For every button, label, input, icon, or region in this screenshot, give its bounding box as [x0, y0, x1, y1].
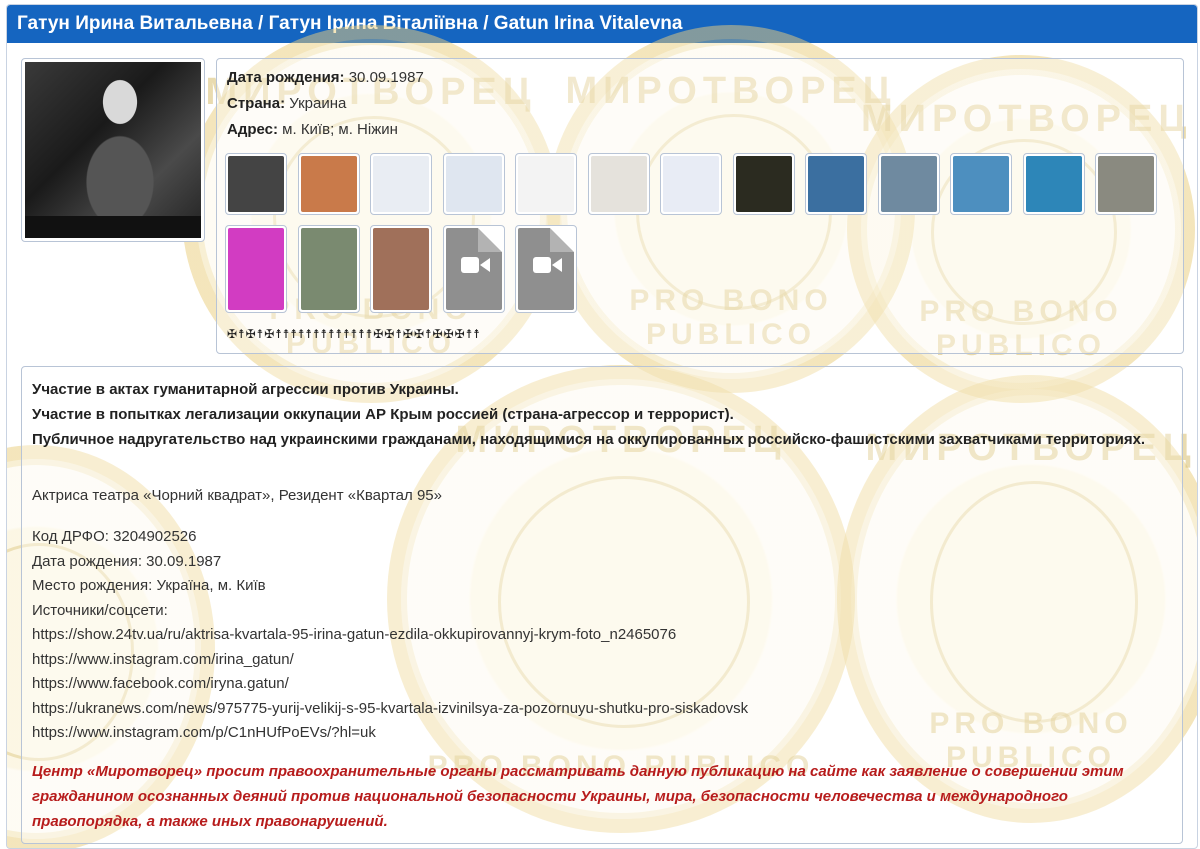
thumbnail-image — [373, 228, 429, 310]
photo-thumbnail[interactable] — [1095, 153, 1157, 215]
profile-photo[interactable] — [21, 58, 205, 242]
thumbnail-image — [373, 156, 429, 212]
birth-date-detail: Дата рождения: 30.09.1987 — [32, 552, 222, 570]
file-fold-icon — [477, 228, 502, 252]
source-link[interactable]: https://show.24tv.ua/ru/aktrisa-kvartala… — [32, 623, 748, 648]
photo-thumbnail[interactable] — [225, 153, 287, 215]
accusation-item: Публичное надругательство над украинским… — [32, 431, 1146, 448]
notice-text: Центр «Миротворец» просит правоохранител… — [32, 763, 1124, 830]
source-link[interactable]: https://www.facebook.com/iryna.gatun/ — [32, 672, 748, 697]
address-label: Адрес: — [227, 121, 278, 138]
birthplace-detail: Место рождения: Україна, м. Київ — [32, 577, 266, 594]
thumbnail-image — [445, 156, 502, 212]
photo-thumbnail[interactable] — [660, 153, 722, 215]
source-link[interactable]: https://www.instagram.com/irina_gatun/ — [32, 648, 748, 673]
thumbnail-image — [1025, 156, 1082, 212]
file-fold-icon — [550, 228, 574, 252]
birth-date-label: Дата рождения: — [227, 69, 345, 86]
photo-thumbnail[interactable] — [225, 225, 287, 313]
video-icon — [445, 228, 502, 310]
photo-thumbnail[interactable] — [297, 225, 360, 313]
profile-photo-image — [25, 62, 201, 238]
page-title: Гатун Ирина Витальевна / Гатун Ірина Віт… — [7, 5, 1197, 43]
thumbnail-image — [300, 228, 357, 310]
photo-thumbnail[interactable] — [1022, 153, 1085, 215]
sources-label: Источники/соцсети: — [32, 601, 168, 619]
photo-thumbnail[interactable] — [370, 153, 432, 215]
photo-thumbnail[interactable] — [877, 153, 940, 215]
birth-date-value: 30.09.1987 — [348, 69, 424, 86]
source-link[interactable]: https://ukranews.com/news/975775-yurij-v… — [32, 697, 748, 722]
thumbnail-image — [880, 156, 937, 212]
thumbnail-image — [808, 156, 864, 212]
cross-icons-row: ✠☨✠☨✠☨☨☨☨☨☨☨☨☨☨☨☨☨✠✠☨✠✠☨✠✠✠☨☨ — [227, 327, 481, 341]
thumbnail-image — [735, 156, 792, 212]
country-label: Страна: — [227, 95, 286, 112]
accusation-item: Участие в актах гуманитарной агрессии пр… — [32, 381, 459, 398]
photo-thumbnail[interactable] — [587, 153, 650, 215]
address-value: м. Київ; м. Ніжин — [282, 121, 398, 138]
profile-card: МИРОТВОРЕЦ PRO BONO PUBLICO МИРОТВОРЕЦ P… — [6, 4, 1198, 849]
source-link[interactable]: https://www.instagram.com/p/C1nHUfPoEVs/… — [32, 721, 748, 746]
country-row: Страна: Украина — [227, 95, 346, 112]
thumbnail-image — [1098, 156, 1154, 212]
photo-thumbnail[interactable] — [732, 153, 795, 215]
description-panel: Участие в актах гуманитарной агрессии пр… — [21, 366, 1183, 844]
accusation-list: Участие в актах гуманитарной агрессии пр… — [32, 377, 1172, 452]
accusation-item: Участие в попытках легализации оккупации… — [32, 406, 734, 423]
photo-caption-strip — [25, 216, 201, 238]
photo-thumbnail[interactable] — [442, 153, 505, 215]
details-list: Код ДРФО: 3204902526 Дата рождения: 30.0… — [32, 525, 748, 746]
thumbnail-image — [228, 228, 284, 310]
thumbnail-image — [300, 156, 357, 212]
photo-thumbnail[interactable] — [370, 225, 432, 313]
thumbnail-image — [228, 156, 284, 212]
country-value: Украина — [289, 95, 347, 112]
video-icon — [518, 228, 574, 310]
photo-thumbnail[interactable] — [297, 153, 360, 215]
role-text: Актриса театра «Чорний квадрат», Резиден… — [32, 487, 442, 504]
address-row: Адрес: м. Київ; м. Ніжин — [227, 121, 398, 138]
video-thumbnail[interactable] — [442, 225, 505, 313]
photo-thumbnail[interactable] — [515, 153, 577, 215]
thumbnail-image — [663, 156, 719, 212]
thumbnail-image — [953, 156, 1009, 212]
photo-thumbnail[interactable] — [950, 153, 1012, 215]
profile-info-panel: Дата рождения: 30.09.1987 Страна: Украин… — [216, 58, 1184, 354]
photo-thumbnail[interactable] — [805, 153, 867, 215]
thumbnail-image — [518, 156, 574, 212]
birth-date-row: Дата рождения: 30.09.1987 — [227, 69, 424, 86]
thumbnail-image — [590, 156, 647, 212]
drfo-code: Код ДРФО: 3204902526 — [32, 528, 197, 545]
video-thumbnail[interactable] — [515, 225, 577, 313]
